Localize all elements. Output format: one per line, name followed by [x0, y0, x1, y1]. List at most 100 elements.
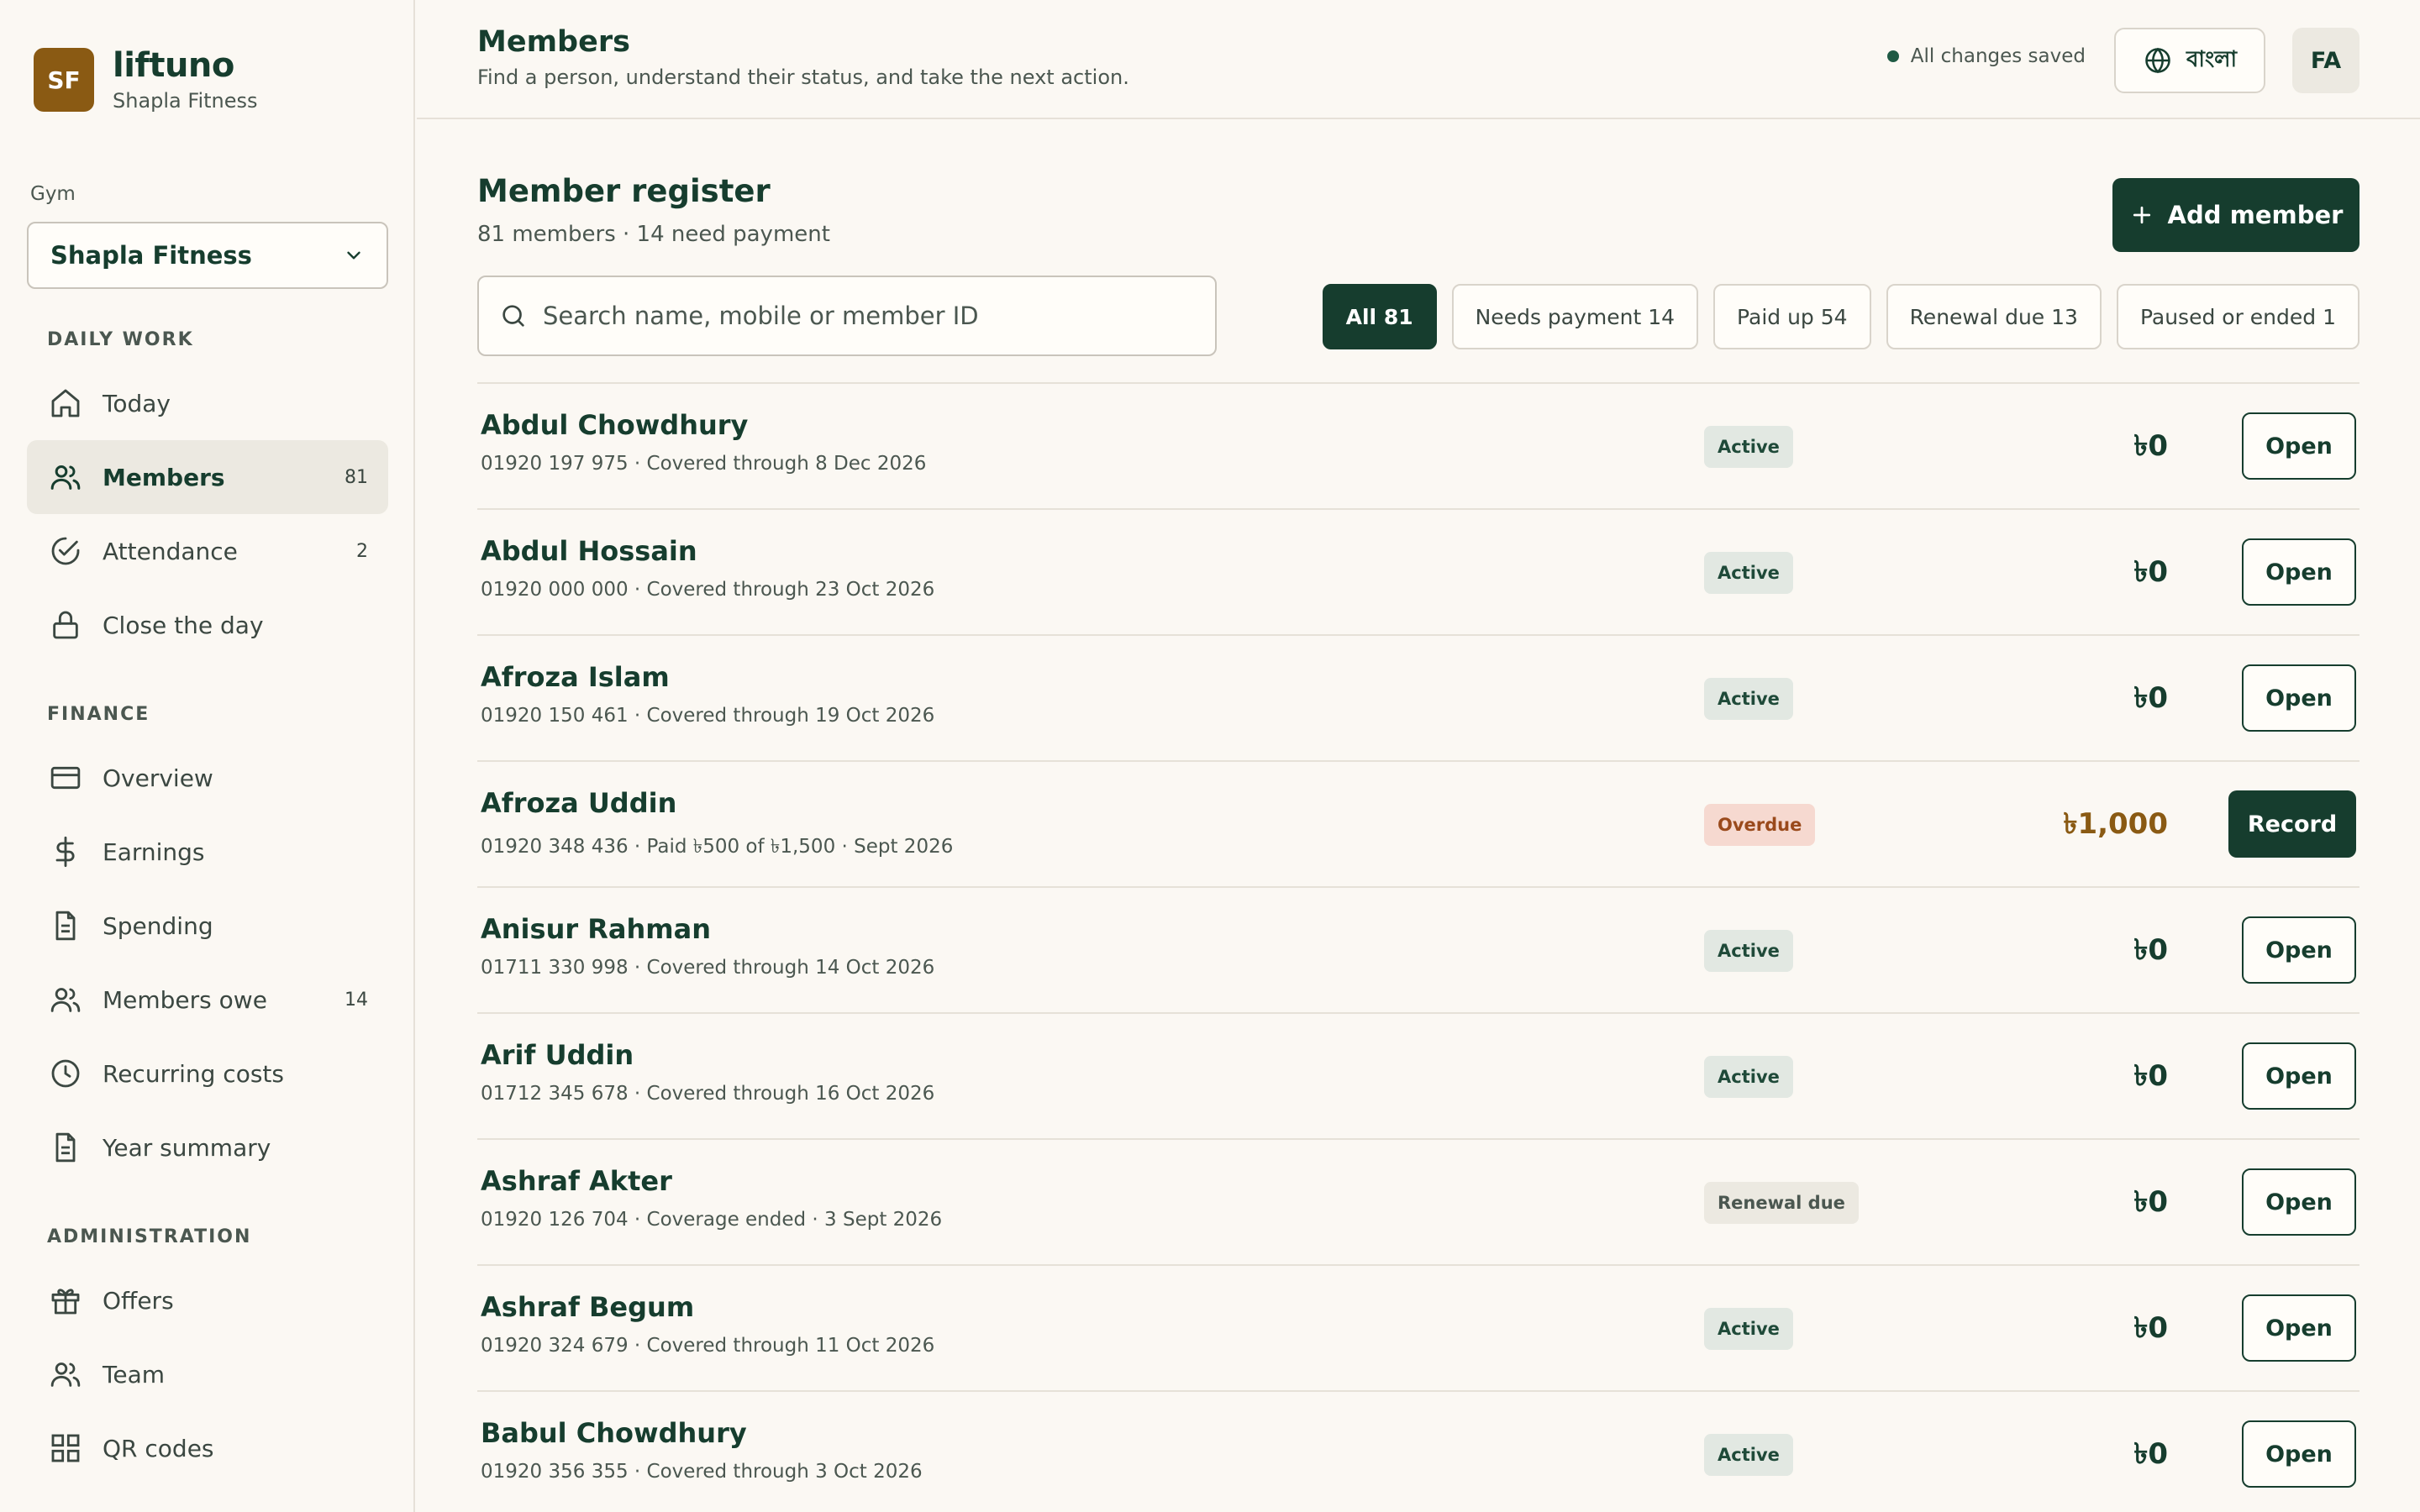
amount-due: ৳1,000 [2063, 807, 2168, 841]
open-button[interactable]: Open [2242, 916, 2356, 984]
member-name[interactable]: Anisur Rahman [481, 913, 711, 945]
sidebar-item-overview[interactable]: Overview [27, 741, 388, 815]
users-icon [47, 981, 84, 1018]
status-badge: Active [1704, 678, 1793, 720]
open-button[interactable]: Open [2242, 1168, 2356, 1236]
member-name[interactable]: Abdul Chowdhury [481, 409, 748, 441]
sidebar-item-label: Team [103, 1360, 166, 1389]
register-summary: 81 members · 14 need payment [477, 222, 830, 247]
status-badge: Overdue [1704, 804, 1816, 846]
amount-due: ৳0 [2133, 1185, 2168, 1219]
brand: SF liftuno Shapla Fitness [34, 47, 258, 113]
amount-due: ৳0 [2133, 1059, 2168, 1093]
sidebar-item-members-owe[interactable]: Members owe 14 [27, 963, 388, 1037]
sidebar-item-label: Earnings [103, 837, 205, 866]
language-button[interactable]: বাংলা [2114, 28, 2265, 93]
search-input[interactable] [543, 302, 1181, 330]
brand-gym: Shapla Fitness [113, 89, 258, 113]
page-header: Members Find a person, understand their … [417, 0, 2420, 119]
member-detail: 01920 197 975 · Covered through 8 Dec 20… [481, 453, 927, 475]
open-button[interactable]: Open [2242, 1294, 2356, 1362]
status-badge: Active [1704, 1434, 1793, 1476]
sidebar-item-today[interactable]: Today [27, 366, 388, 440]
plus-icon [2133, 206, 2150, 224]
status-dot-icon [1886, 50, 1899, 62]
sidebar-item-attendance[interactable]: Attendance 2 [27, 514, 388, 588]
sidebar-item-label: Spending [103, 911, 213, 940]
sidebar-item-earnings[interactable]: Earnings [27, 815, 388, 889]
member-name[interactable]: Abdul Hossain [481, 535, 697, 567]
page-subtitle: Find a person, understand their status, … [477, 66, 1129, 89]
document-icon [47, 1129, 84, 1166]
member-name[interactable]: Ashraf Akter [481, 1165, 672, 1197]
filter-all[interactable]: All 81 [1322, 284, 1437, 349]
check-circle-icon [47, 533, 84, 570]
status-badge: Active [1704, 1056, 1793, 1098]
member-detail: 01920 348 436 · Paid ৳500 of ৳1,500 · Se… [481, 836, 954, 858]
open-button[interactable]: Open [2242, 1420, 2356, 1488]
table-row: Abdul Chowdhury 01920 197 975 · Covered … [477, 382, 2360, 508]
record-payment-button[interactable]: Record [2228, 790, 2356, 858]
status-badge: Renewal due [1704, 1182, 1859, 1224]
gift-icon [47, 1282, 84, 1319]
avatar[interactable]: FA [2292, 28, 2360, 93]
open-button[interactable]: Open [2242, 664, 2356, 732]
nav-section-daily: DAILY WORK [47, 329, 194, 350]
status-badge: Active [1704, 930, 1793, 972]
search-box[interactable] [477, 276, 1217, 356]
table-row: Arif Uddin 01712 345 678 · Covered throu… [477, 1012, 2360, 1138]
amount-due: ৳0 [2133, 1437, 2168, 1471]
member-name[interactable]: Arif Uddin [481, 1039, 634, 1071]
sidebar-item-close-day[interactable]: Close the day [27, 588, 388, 662]
save-status-text: All changes saved [1910, 45, 2086, 67]
filter-paused-ended[interactable]: Paused or ended 1 [2116, 284, 2360, 349]
sidebar-item-year-summary[interactable]: Year summary [27, 1110, 388, 1184]
filter-chips: All 81 Needs payment 14 Paid up 54 Renew… [1322, 284, 2360, 349]
member-detail: 01920 126 704 · Coverage ended · 3 Sept … [481, 1209, 943, 1231]
sidebar-item-count: 14 [345, 989, 368, 1011]
page-title: Members [477, 25, 630, 59]
member-name[interactable]: Babul Chowdhury [481, 1417, 747, 1449]
sidebar-item-qr-codes[interactable]: QR codes [27, 1411, 388, 1485]
home-icon [47, 385, 84, 422]
register-title: Member register [477, 173, 771, 209]
table-row: Afroza Uddin 01920 348 436 · Paid ৳500 o… [477, 760, 2360, 886]
open-button[interactable]: Open [2242, 538, 2356, 606]
save-status: All changes saved [1886, 45, 2086, 67]
lock-icon [47, 606, 84, 643]
sidebar-item-label: Close the day [103, 611, 264, 639]
member-name[interactable]: Afroza Uddin [481, 787, 676, 819]
filter-paid-up[interactable]: Paid up 54 [1713, 284, 1871, 349]
brand-name: liftuno [113, 46, 234, 85]
amount-due: ৳0 [2133, 555, 2168, 589]
member-name[interactable]: Ashraf Begum [481, 1291, 694, 1323]
open-button[interactable]: Open [2242, 1042, 2356, 1110]
member-name[interactable]: Afroza Islam [481, 661, 670, 693]
member-detail: 01711 330 998 · Covered through 14 Oct 2… [481, 957, 935, 979]
users-icon [47, 1356, 84, 1393]
sidebar-item-team[interactable]: Team [27, 1337, 388, 1411]
search-icon [502, 305, 524, 327]
open-button[interactable]: Open [2242, 412, 2356, 480]
nav-section-finance: FINANCE [47, 704, 150, 725]
status-badge: Active [1704, 552, 1793, 594]
filter-needs-payment[interactable]: Needs payment 14 [1451, 284, 1699, 349]
sidebar-item-label: Members [103, 463, 225, 491]
sidebar-item-label: Today [103, 389, 171, 417]
filter-renewal-due[interactable]: Renewal due 13 [1886, 284, 2102, 349]
sidebar-item-offers[interactable]: Offers [27, 1263, 388, 1337]
add-member-button[interactable]: Add member [2112, 178, 2360, 252]
gym-select[interactable]: Shapla Fitness [27, 222, 388, 289]
users-icon [47, 459, 84, 496]
grid-icon [47, 1430, 84, 1467]
sidebar-item-label: Year summary [103, 1133, 271, 1162]
sidebar-item-spending[interactable]: Spending [27, 889, 388, 963]
member-detail: 01920 000 000 · Covered through 23 Oct 2… [481, 579, 935, 601]
nav-section-admin: ADMINISTRATION [47, 1226, 252, 1247]
gym-label: Gym [30, 183, 76, 205]
sidebar-item-members[interactable]: Members 81 [27, 440, 388, 514]
sidebar-item-label: Members owe [103, 985, 267, 1014]
table-row: Anisur Rahman 01711 330 998 · Covered th… [477, 886, 2360, 1012]
sidebar-item-recurring-costs[interactable]: Recurring costs [27, 1037, 388, 1110]
table-row: Ashraf Begum 01920 324 679 · Covered thr… [477, 1264, 2360, 1390]
